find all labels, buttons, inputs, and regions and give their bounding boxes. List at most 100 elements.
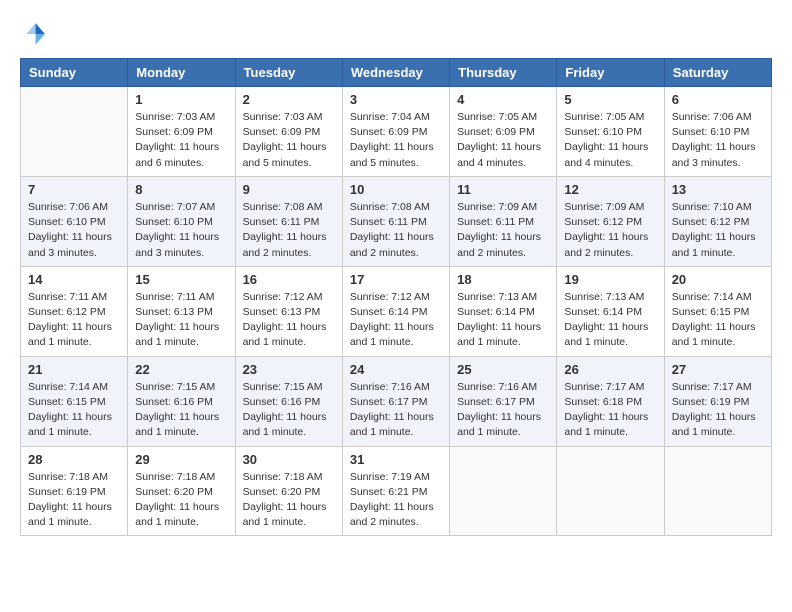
day-info: Sunrise: 7:09 AM Sunset: 6:12 PM Dayligh…	[564, 200, 656, 261]
day-info: Sunrise: 7:06 AM Sunset: 6:10 PM Dayligh…	[672, 110, 764, 171]
calendar-cell: 22 Sunrise: 7:15 AM Sunset: 6:16 PM Dayli…	[128, 356, 235, 446]
day-number: 4	[457, 92, 549, 107]
day-number: 24	[350, 362, 442, 377]
day-info: Sunrise: 7:05 AM Sunset: 6:09 PM Dayligh…	[457, 110, 549, 171]
calendar-cell: 13 Sunrise: 7:10 AM Sunset: 6:12 PM Dayli…	[664, 176, 771, 266]
day-info: Sunrise: 7:13 AM Sunset: 6:14 PM Dayligh…	[457, 290, 549, 351]
calendar-cell: 28 Sunrise: 7:18 AM Sunset: 6:19 PM Dayli…	[21, 446, 128, 536]
calendar-row: 7Sunrise: 7:06 AM Sunset: 6:10 PM Daylig…	[21, 176, 772, 266]
calendar-cell: 23 Sunrise: 7:15 AM Sunset: 6:16 PM Dayli…	[235, 356, 342, 446]
calendar-cell: 24Sunrise: 7:16 AM Sunset: 6:17 PM Dayli…	[342, 356, 449, 446]
calendar-cell: 11Sunrise: 7:09 AM Sunset: 6:11 PM Dayli…	[450, 176, 557, 266]
calendar-row: 14 Sunrise: 7:11 AM Sunset: 6:12 PM Dayli…	[21, 266, 772, 356]
day-info: Sunrise: 7:19 AM Sunset: 6:21 PM Dayligh…	[350, 470, 442, 531]
calendar-cell: 21Sunrise: 7:14 AM Sunset: 6:15 PM Dayli…	[21, 356, 128, 446]
day-number: 8	[135, 182, 227, 197]
day-info: Sunrise: 7:10 AM Sunset: 6:12 PM Dayligh…	[672, 200, 764, 261]
day-number: 22	[135, 362, 227, 377]
weekday-header-sunday: Sunday	[21, 59, 128, 87]
calendar-cell: 5 Sunrise: 7:05 AM Sunset: 6:10 PM Daylig…	[557, 87, 664, 177]
day-number: 26	[564, 362, 656, 377]
day-number: 14	[28, 272, 120, 287]
day-info: Sunrise: 7:11 AM Sunset: 6:13 PM Dayligh…	[135, 290, 227, 351]
day-info: Sunrise: 7:18 AM Sunset: 6:19 PM Dayligh…	[28, 470, 120, 531]
calendar-cell: 10 Sunrise: 7:08 AM Sunset: 6:11 PM Dayli…	[342, 176, 449, 266]
day-info: Sunrise: 7:03 AM Sunset: 6:09 PM Dayligh…	[135, 110, 227, 171]
day-number: 6	[672, 92, 764, 107]
header	[20, 20, 772, 48]
calendar-cell: 20 Sunrise: 7:14 AM Sunset: 6:15 PM Dayli…	[664, 266, 771, 356]
weekday-header-friday: Friday	[557, 59, 664, 87]
calendar-row: 1 Sunrise: 7:03 AM Sunset: 6:09 PM Daylig…	[21, 87, 772, 177]
day-number: 29	[135, 452, 227, 467]
calendar-cell: 6 Sunrise: 7:06 AM Sunset: 6:10 PM Daylig…	[664, 87, 771, 177]
calendar-table: SundayMondayTuesdayWednesdayThursdayFrid…	[20, 58, 772, 536]
day-number: 25	[457, 362, 549, 377]
day-info: Sunrise: 7:14 AM Sunset: 6:15 PM Dayligh…	[672, 290, 764, 351]
calendar-cell: 25 Sunrise: 7:16 AM Sunset: 6:17 PM Dayli…	[450, 356, 557, 446]
day-info: Sunrise: 7:16 AM Sunset: 6:17 PM Dayligh…	[457, 380, 549, 441]
day-number: 27	[672, 362, 764, 377]
day-number: 23	[243, 362, 335, 377]
day-info: Sunrise: 7:15 AM Sunset: 6:16 PM Dayligh…	[243, 380, 335, 441]
calendar-cell: 29 Sunrise: 7:18 AM Sunset: 6:20 PM Dayli…	[128, 446, 235, 536]
day-number: 5	[564, 92, 656, 107]
calendar-cell	[21, 87, 128, 177]
calendar-cell: 30 Sunrise: 7:18 AM Sunset: 6:20 PM Dayli…	[235, 446, 342, 536]
day-number: 20	[672, 272, 764, 287]
calendar-cell: 4 Sunrise: 7:05 AM Sunset: 6:09 PM Daylig…	[450, 87, 557, 177]
weekday-header-saturday: Saturday	[664, 59, 771, 87]
logo	[20, 20, 52, 48]
day-info: Sunrise: 7:18 AM Sunset: 6:20 PM Dayligh…	[243, 470, 335, 531]
day-info: Sunrise: 7:18 AM Sunset: 6:20 PM Dayligh…	[135, 470, 227, 531]
day-info: Sunrise: 7:15 AM Sunset: 6:16 PM Dayligh…	[135, 380, 227, 441]
day-info: Sunrise: 7:17 AM Sunset: 6:18 PM Dayligh…	[564, 380, 656, 441]
calendar-cell: 12 Sunrise: 7:09 AM Sunset: 6:12 PM Dayli…	[557, 176, 664, 266]
day-info: Sunrise: 7:12 AM Sunset: 6:13 PM Dayligh…	[243, 290, 335, 351]
calendar-header-row: SundayMondayTuesdayWednesdayThursdayFrid…	[21, 59, 772, 87]
day-info: Sunrise: 7:03 AM Sunset: 6:09 PM Dayligh…	[243, 110, 335, 171]
day-number: 30	[243, 452, 335, 467]
day-number: 15	[135, 272, 227, 287]
day-info: Sunrise: 7:11 AM Sunset: 6:12 PM Dayligh…	[28, 290, 120, 351]
calendar-cell: 8 Sunrise: 7:07 AM Sunset: 6:10 PM Daylig…	[128, 176, 235, 266]
weekday-header-wednesday: Wednesday	[342, 59, 449, 87]
day-info: Sunrise: 7:06 AM Sunset: 6:10 PM Dayligh…	[28, 200, 120, 261]
weekday-header-monday: Monday	[128, 59, 235, 87]
calendar-cell: 9Sunrise: 7:08 AM Sunset: 6:11 PM Daylig…	[235, 176, 342, 266]
day-number: 10	[350, 182, 442, 197]
day-info: Sunrise: 7:12 AM Sunset: 6:14 PM Dayligh…	[350, 290, 442, 351]
day-number: 2	[243, 92, 335, 107]
day-number: 16	[243, 272, 335, 287]
day-number: 19	[564, 272, 656, 287]
day-number: 18	[457, 272, 549, 287]
day-info: Sunrise: 7:05 AM Sunset: 6:10 PM Dayligh…	[564, 110, 656, 171]
calendar-cell: 18 Sunrise: 7:13 AM Sunset: 6:14 PM Dayli…	[450, 266, 557, 356]
calendar-cell: 7Sunrise: 7:06 AM Sunset: 6:10 PM Daylig…	[21, 176, 128, 266]
day-info: Sunrise: 7:04 AM Sunset: 6:09 PM Dayligh…	[350, 110, 442, 171]
day-info: Sunrise: 7:08 AM Sunset: 6:11 PM Dayligh…	[243, 200, 335, 261]
day-info: Sunrise: 7:07 AM Sunset: 6:10 PM Dayligh…	[135, 200, 227, 261]
calendar-cell: 16 Sunrise: 7:12 AM Sunset: 6:13 PM Dayli…	[235, 266, 342, 356]
calendar-cell: 19Sunrise: 7:13 AM Sunset: 6:14 PM Dayli…	[557, 266, 664, 356]
calendar-cell: 2 Sunrise: 7:03 AM Sunset: 6:09 PM Daylig…	[235, 87, 342, 177]
calendar-cell: 31 Sunrise: 7:19 AM Sunset: 6:21 PM Dayli…	[342, 446, 449, 536]
calendar-cell: 3Sunrise: 7:04 AM Sunset: 6:09 PM Daylig…	[342, 87, 449, 177]
day-number: 1	[135, 92, 227, 107]
day-number: 21	[28, 362, 120, 377]
day-info: Sunrise: 7:17 AM Sunset: 6:19 PM Dayligh…	[672, 380, 764, 441]
calendar-cell	[450, 446, 557, 536]
weekday-header-tuesday: Tuesday	[235, 59, 342, 87]
day-number: 12	[564, 182, 656, 197]
day-info: Sunrise: 7:09 AM Sunset: 6:11 PM Dayligh…	[457, 200, 549, 261]
day-number: 28	[28, 452, 120, 467]
day-number: 31	[350, 452, 442, 467]
day-number: 13	[672, 182, 764, 197]
calendar-cell: 26 Sunrise: 7:17 AM Sunset: 6:18 PM Dayli…	[557, 356, 664, 446]
calendar-cell	[664, 446, 771, 536]
calendar-row: 28 Sunrise: 7:18 AM Sunset: 6:19 PM Dayli…	[21, 446, 772, 536]
calendar-cell: 17Sunrise: 7:12 AM Sunset: 6:14 PM Dayli…	[342, 266, 449, 356]
calendar-cell: 14 Sunrise: 7:11 AM Sunset: 6:12 PM Dayli…	[21, 266, 128, 356]
day-info: Sunrise: 7:08 AM Sunset: 6:11 PM Dayligh…	[350, 200, 442, 261]
calendar-cell: 1 Sunrise: 7:03 AM Sunset: 6:09 PM Daylig…	[128, 87, 235, 177]
